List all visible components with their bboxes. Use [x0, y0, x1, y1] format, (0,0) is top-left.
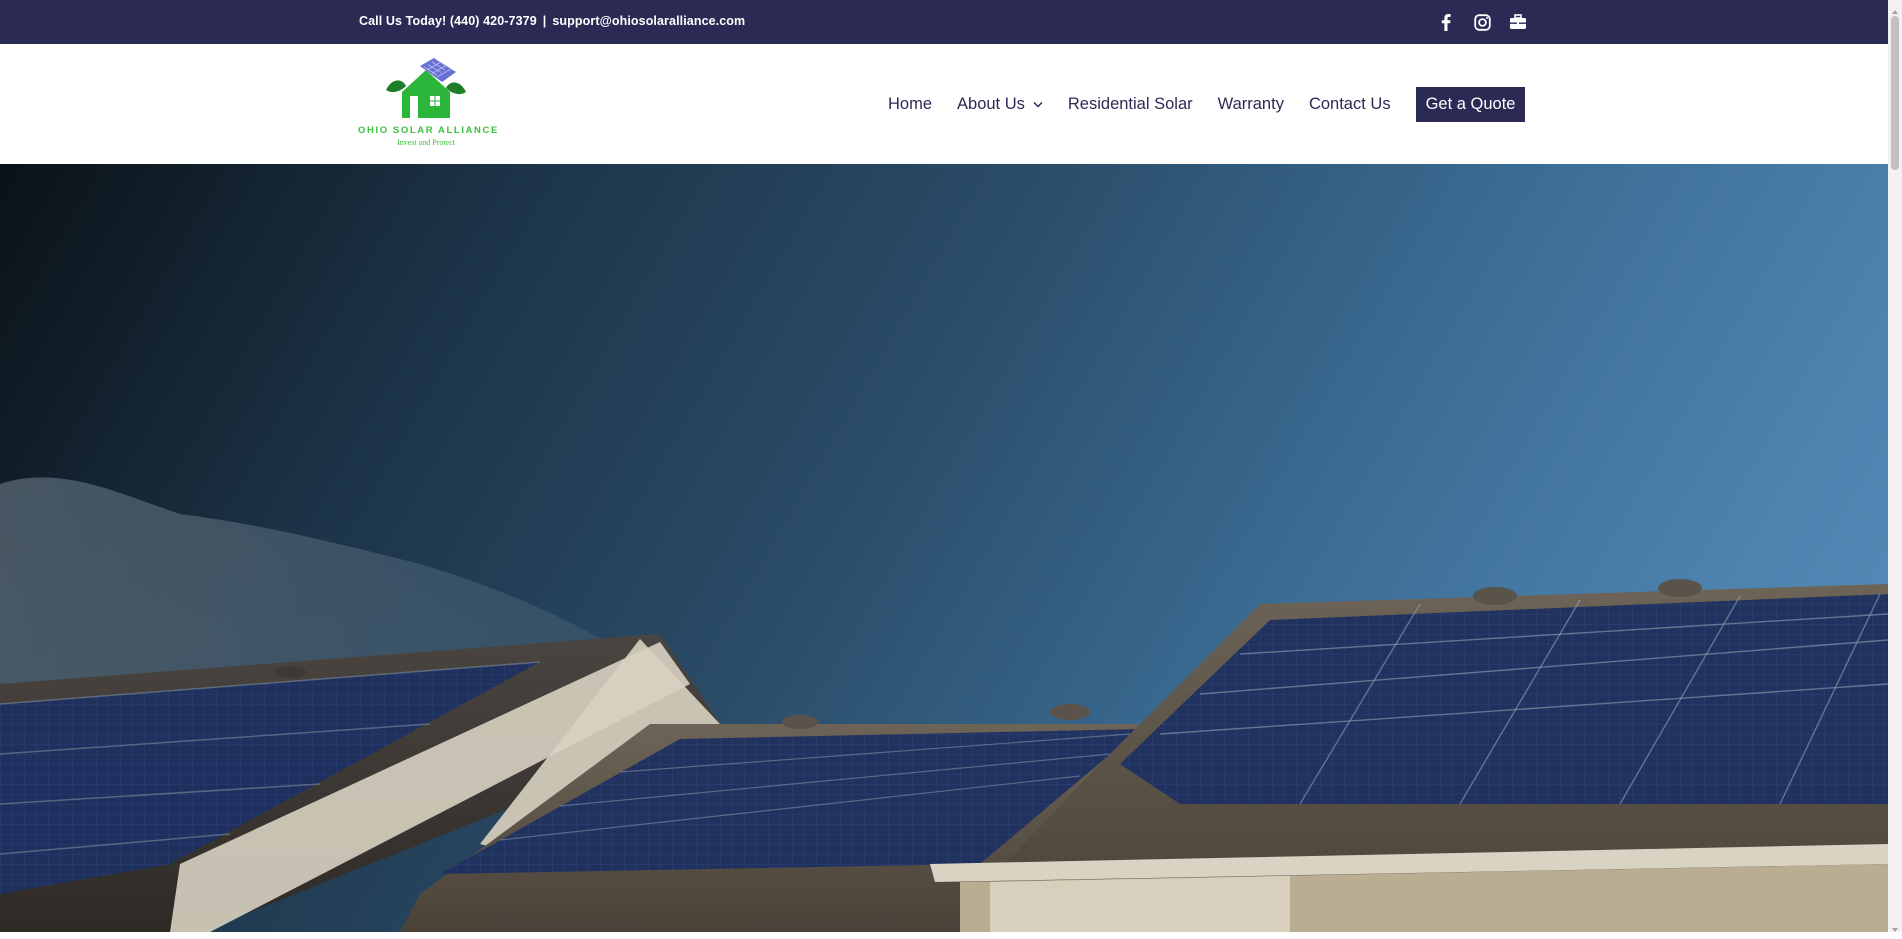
top-bar: Call Us Today! (440) 420-7379 | support@… — [0, 0, 1888, 44]
nav-residential-solar-label: Residential Solar — [1067, 94, 1193, 113]
scroll-up-arrow-icon[interactable] — [1891, 3, 1899, 14]
hero-banner-image — [0, 164, 1888, 932]
logo-brand-text: OHIO SOLAR ALLIANCE — [358, 125, 499, 136]
logo-tagline: Invest and Protect — [397, 138, 455, 147]
nav-warranty-label: Warranty — [1217, 94, 1284, 113]
main-nav: Home About Us Residential Solar Warranty… — [888, 44, 1526, 164]
nav-warranty[interactable]: Warranty — [1218, 95, 1284, 114]
get-a-quote-button[interactable]: Get a Quote — [1415, 86, 1526, 122]
solar-roof-illustration — [0, 477, 1888, 932]
phone-text[interactable]: Call Us Today! (440) 420-7379 — [359, 14, 537, 28]
briefcase-icon[interactable] — [1508, 12, 1528, 32]
nav-contact-us[interactable]: Contact Us — [1309, 95, 1391, 114]
scroll-down-arrow-icon[interactable] — [1891, 921, 1899, 932]
contact-info: Call Us Today! (440) 420-7379 | support@… — [359, 14, 745, 28]
social-links — [1436, 12, 1528, 32]
nav-contact-us-label: Contact Us — [1308, 94, 1391, 113]
nav-residential-solar[interactable]: Residential Solar — [1068, 95, 1193, 114]
email-link[interactable]: support@ohiosolaralliance.com — [552, 14, 745, 28]
logo-house-icon — [386, 58, 466, 118]
nav-home[interactable]: Home — [888, 95, 932, 114]
contact-separator: | — [542, 14, 547, 28]
site-header: OHIO SOLAR ALLIANCE Invest and Protect H… — [0, 44, 1888, 164]
nav-home-label: Home — [888, 94, 933, 113]
nav-about-us[interactable]: About Us — [957, 95, 1043, 114]
instagram-icon[interactable] — [1472, 12, 1492, 32]
site-logo[interactable]: OHIO SOLAR ALLIANCE Invest and Protect — [358, 56, 499, 147]
nav-about-us-label: About Us — [957, 94, 1025, 113]
scrollbar-thumb[interactable] — [1891, 16, 1899, 170]
page-scrollbar[interactable] — [1888, 0, 1902, 932]
facebook-icon[interactable] — [1436, 12, 1456, 32]
chevron-down-icon — [1033, 101, 1043, 108]
